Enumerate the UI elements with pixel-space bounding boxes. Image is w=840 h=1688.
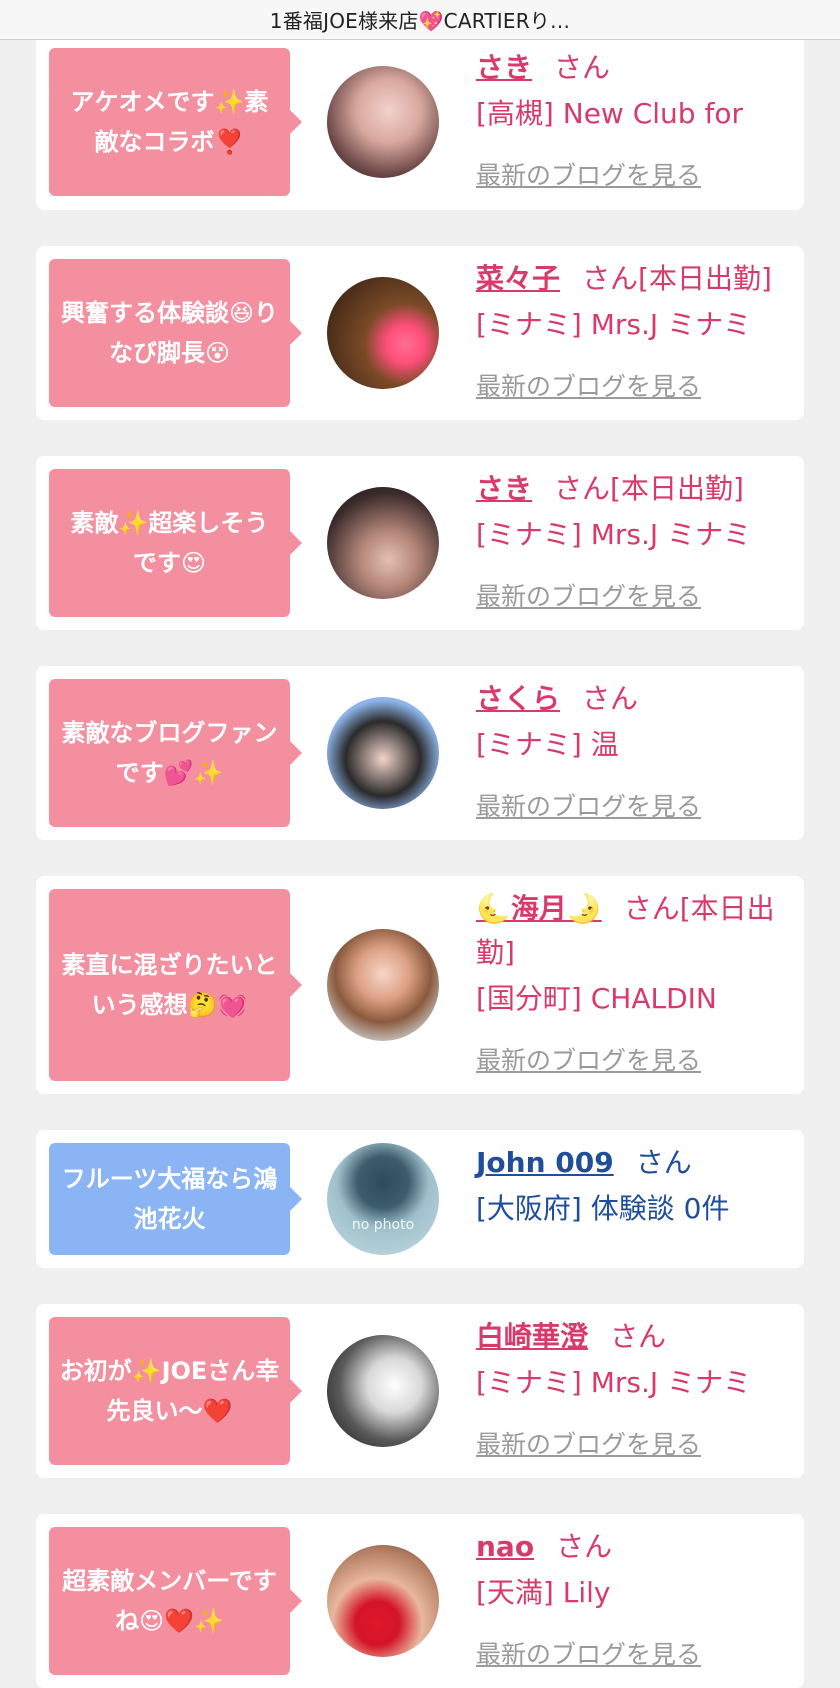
user-name-link[interactable]: さくら — [476, 682, 560, 715]
list-item: 興奮する体験談😆りなび脚長😵 菜々子 さん[本日出勤] [ミナミ] Mrs.J ミ… — [36, 246, 804, 420]
comment-bubble: お初が✨JOEさん幸先良い〜❤️ — [49, 1317, 302, 1465]
shop-label: [大阪府] 体験談 0件 — [476, 1192, 730, 1225]
user-name-link[interactable]: 菜々子 — [476, 262, 560, 295]
latest-blog-link[interactable]: 最新のブログを見る — [476, 156, 701, 192]
no-photo-label: no photo — [351, 1217, 415, 1233]
list-item: 素直に混ざりたいという感想🤔💓 🌜海月🌛 さん[本日出勤] [国分町] CHALD… — [36, 876, 804, 1094]
list-item: 素敵✨超楽しそうです😍 さき さん[本日出勤] [ミナミ] Mrs.J ミナミ 最… — [36, 456, 804, 630]
list-item: お初が✨JOEさん幸先良い〜❤️ 白崎華澄 さん [ミナミ] Mrs.J ミナミ … — [36, 1304, 804, 1478]
latest-blog-link[interactable]: 最新のブログを見る — [476, 577, 701, 613]
user-suffix: さん[本日出勤] — [582, 262, 772, 295]
shop-label: [ミナミ] Mrs.J ミナミ — [476, 308, 752, 341]
shop-label: [ミナミ] 温 — [476, 728, 619, 761]
comment-bubble: フルーツ大福なら鴻池花火 — [49, 1143, 302, 1255]
shop-label: [ミナミ] Mrs.J ミナミ — [476, 1366, 752, 1399]
latest-blog-link[interactable]: 最新のブログを見る — [476, 1425, 701, 1461]
user-suffix: さん — [554, 51, 611, 84]
comment-bubble: 興奮する体験談😆りなび脚長😵 — [49, 259, 302, 407]
user-suffix: さん[本日出勤] — [554, 472, 744, 505]
comment-bubble: 超素敵メンバーですね😍❤️✨ — [49, 1527, 302, 1675]
user-suffix: さん — [635, 1146, 692, 1179]
user-suffix: さん — [556, 1530, 613, 1563]
shop-label: [国分町] CHALDIN — [476, 982, 717, 1015]
user-name-link[interactable]: さき — [476, 51, 532, 84]
avatar[interactable] — [327, 1545, 439, 1657]
avatar[interactable] — [327, 487, 439, 599]
avatar[interactable] — [327, 929, 439, 1041]
user-name-link[interactable]: John 009 — [476, 1146, 614, 1179]
shop-label: [ミナミ] Mrs.J ミナミ — [476, 518, 752, 551]
comment-bubble: アケオメです✨素敵なコラボ❣️ — [49, 48, 302, 196]
page-title: 1番福JOE様来店💖CARTIERり… — [0, 0, 840, 40]
comment-bubble: 素直に混ざりたいという感想🤔💓 — [49, 889, 302, 1081]
user-name-link[interactable]: さき — [476, 472, 532, 505]
latest-blog-link[interactable]: 最新のブログを見る — [476, 367, 701, 403]
avatar[interactable] — [327, 66, 439, 178]
list-item: フルーツ大福なら鴻池花火 no photo John 009 さん [大阪府] 体… — [36, 1130, 804, 1268]
user-suffix: さん — [582, 682, 639, 715]
user-suffix: さん — [610, 1320, 667, 1353]
comment-bubble: 素敵✨超楽しそうです😍 — [49, 469, 302, 617]
latest-blog-link[interactable]: 最新のブログを見る — [476, 787, 701, 823]
latest-blog-link[interactable]: 最新のブログを見る — [476, 1041, 701, 1077]
avatar[interactable] — [327, 1335, 439, 1447]
comment-bubble: 素敵なブログファンです💕✨ — [49, 679, 302, 827]
latest-blog-link[interactable]: 最新のブログを見る — [476, 1635, 701, 1671]
avatar[interactable] — [327, 697, 439, 809]
user-name-link[interactable]: 白崎華澄 — [476, 1320, 588, 1353]
list-item: 素敵なブログファンです💕✨ さくら さん [ミナミ] 温 最新のブログを見る — [36, 666, 804, 840]
avatar[interactable] — [327, 277, 439, 389]
shop-label: [高槻] New Club for — [476, 97, 743, 130]
user-name-link[interactable]: nao — [476, 1530, 534, 1563]
user-name-link[interactable]: 🌜海月🌛 — [476, 892, 602, 925]
shop-label: [天満] Lily — [476, 1576, 611, 1609]
avatar[interactable]: no photo — [327, 1143, 439, 1255]
list-item: 超素敵メンバーですね😍❤️✨ nao さん [天満] Lily 最新のブログを見る — [36, 1514, 804, 1688]
